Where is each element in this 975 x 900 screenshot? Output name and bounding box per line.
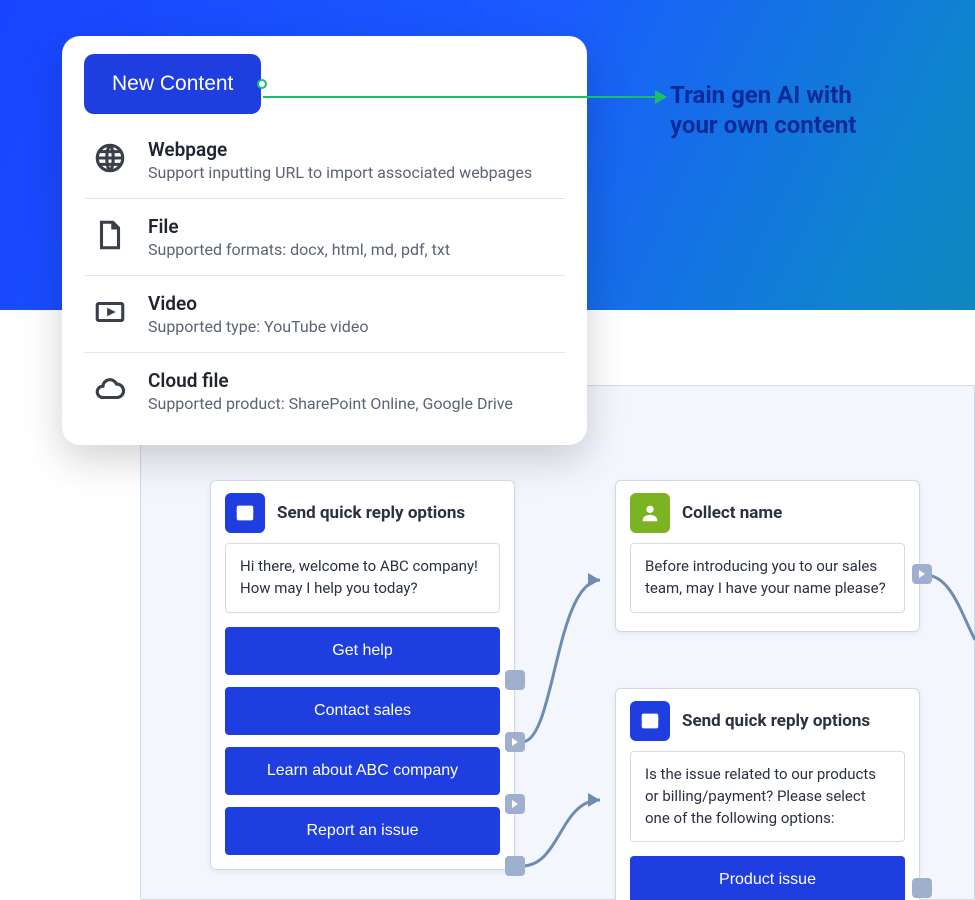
quick-reply-icon [225,493,265,533]
flow-card-quick-reply-1[interactable]: Send quick reply options Hi there, welco… [210,480,515,870]
option-cloud-file[interactable]: Cloud file Supported product: SharePoint… [84,353,565,429]
cloud-icon [90,369,130,409]
card-message[interactable]: Is the issue related to our products or … [630,751,905,842]
output-port[interactable] [505,856,525,876]
option-desc: Support inputting URL to import associat… [148,163,532,182]
flow-card-collect-name[interactable]: Collect name Before introducing you to o… [615,480,920,632]
person-icon [630,493,670,533]
option-title: Webpage [148,138,532,161]
option-desc: Supported product: SharePoint Online, Go… [148,394,513,413]
callout-text: Train gen AI with your own content [670,80,960,140]
card-title: Send quick reply options [277,503,465,523]
card-title: Send quick reply options [682,711,870,731]
option-webpage[interactable]: Webpage Support inputting URL to import … [84,122,565,199]
callout-line2: your own content [670,111,856,139]
file-icon [90,215,130,255]
quick-reply-label: Report an issue [306,822,418,839]
connector-dot [257,79,267,89]
callout-line [263,96,658,98]
quick-reply-label: Learn about ABC company [267,762,458,779]
card-title: Collect name [682,503,782,523]
quick-reply-button[interactable]: Learn about ABC company [225,747,500,795]
new-content-button-label: New Content [112,72,233,96]
option-title: Cloud file [148,369,513,392]
callout-arrow-icon [655,90,667,104]
quick-reply-icon [630,701,670,741]
option-video[interactable]: Video Supported type: YouTube video [84,276,565,353]
quick-reply-button[interactable]: Report an issue [225,807,500,855]
quick-reply-label: Get help [332,642,392,659]
content-type-list: Webpage Support inputting URL to import … [62,114,587,437]
option-desc: Supported formats: docx, html, md, pdf, … [148,240,450,259]
output-port[interactable] [912,564,932,584]
option-title: File [148,215,450,238]
card-message[interactable]: Hi there, welcome to ABC company! How ma… [225,543,500,613]
video-icon [90,292,130,332]
quick-reply-label: Contact sales [314,702,411,719]
option-file[interactable]: File Supported formats: docx, html, md, … [84,199,565,276]
option-desc: Supported type: YouTube video [148,317,368,336]
card-message[interactable]: Before introducing you to our sales team… [630,543,905,613]
output-port[interactable] [505,670,525,690]
new-content-button[interactable]: New Content [84,54,261,114]
output-port[interactable] [505,794,525,814]
output-port[interactable] [912,878,932,898]
output-port[interactable] [505,732,525,752]
quick-reply-button[interactable]: Contact sales [225,687,500,735]
quick-reply-button[interactable]: Product issue [630,856,905,900]
globe-icon [90,138,130,178]
option-title: Video [148,292,368,315]
flow-card-quick-reply-2[interactable]: Send quick reply options Is the issue re… [615,688,920,900]
quick-reply-button[interactable]: Get help [225,627,500,675]
quick-reply-label: Product issue [719,871,816,888]
callout-line1: Train gen AI with [670,81,852,109]
